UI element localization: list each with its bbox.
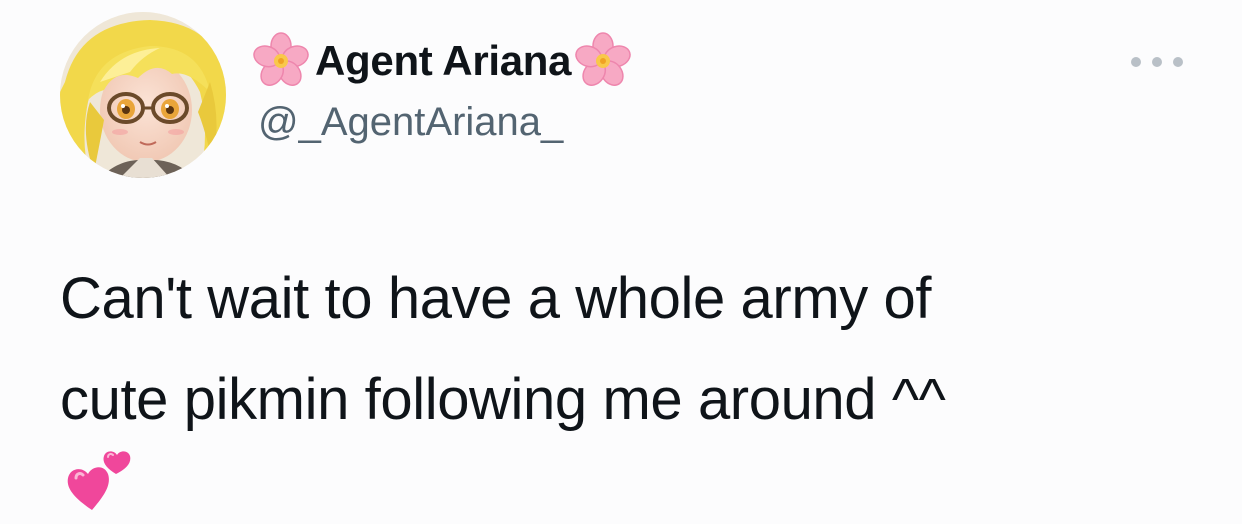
revolving-hearts-icon xyxy=(64,444,134,514)
more-options-icon xyxy=(1131,57,1141,67)
more-options-icon xyxy=(1173,57,1183,67)
display-name-row[interactable]: Agent Ariana xyxy=(251,30,633,92)
user-handle[interactable]: @_AgentAriana_ xyxy=(258,100,563,145)
cherry-blossom-icon xyxy=(573,31,633,91)
tweet-text-line: cute pikmin following me around ^^ xyxy=(60,367,946,432)
tweet-text: Can't wait to have a whole army of cute … xyxy=(60,248,1180,450)
tweet-text-line: Can't wait to have a whole army of xyxy=(60,266,932,331)
avatar[interactable] xyxy=(60,12,226,178)
cherry-blossom-icon xyxy=(251,31,311,91)
author-header: Agent Ariana xyxy=(251,30,633,92)
more-options-button[interactable] xyxy=(1131,52,1183,72)
tweet-card: Agent Ariana @_AgentAriana_ Can't wait t… xyxy=(0,0,1242,524)
more-options-icon xyxy=(1152,57,1162,67)
display-name[interactable]: Agent Ariana xyxy=(315,37,572,85)
